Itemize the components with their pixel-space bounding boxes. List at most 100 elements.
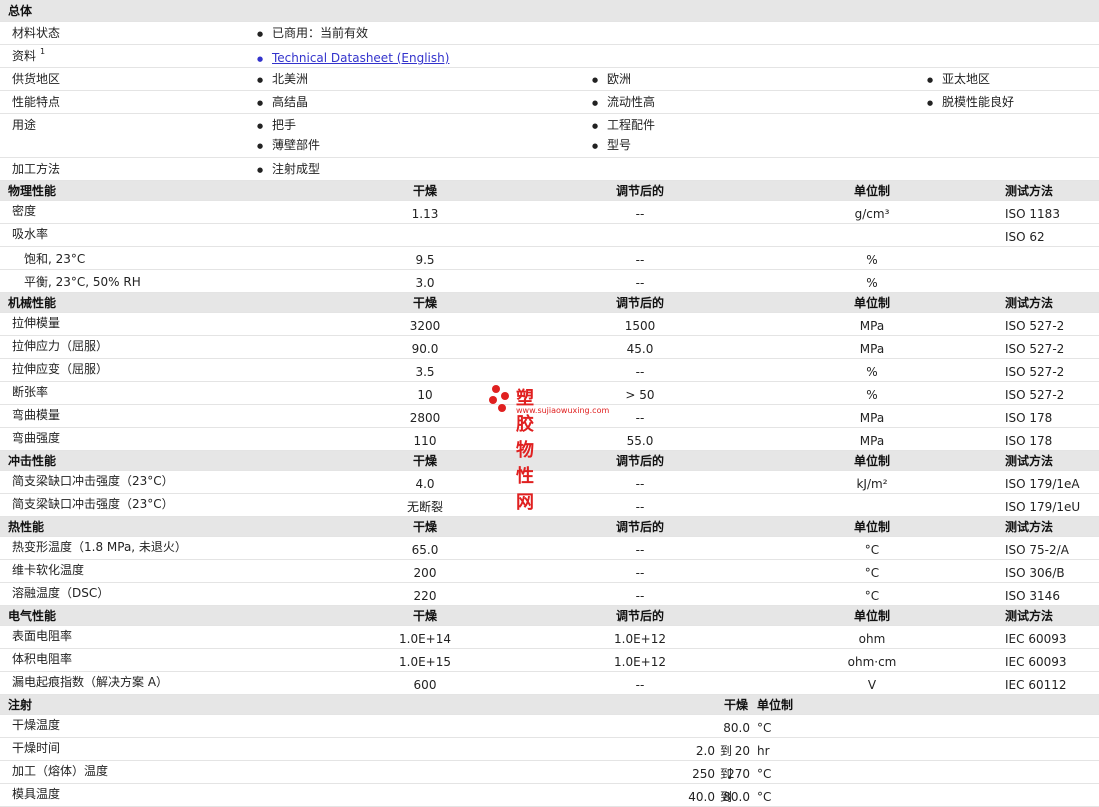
row-label: 弯曲强度 [12,431,61,445]
row-label: 模具温度 [12,787,61,801]
column-header-unit: 单位制 [853,296,891,310]
cell-method: ISO 179/1eA [1005,477,1080,491]
column-header-method: 测试方法 [1005,184,1054,198]
cell-unit: % [866,276,878,290]
table-row: 溶融温度（DSC） 220 -- °C ISO 3146 [0,583,1099,606]
cell-method: IEC 60093 [1005,655,1067,669]
cell-cond: -- [635,365,645,379]
cell-cond: -- [635,543,645,557]
column-header-cond: 调节后的 [615,520,665,534]
table-row: 干燥时间 2.0 到 20 hr [0,738,1099,761]
cell-dry: 90.0 [411,342,439,356]
cell-to-word: 到 [719,744,732,758]
column-header-dry: 干燥 [412,454,438,468]
cell-dry: 1.0E+15 [399,655,451,669]
table-row: 简支梁缺口冲击强度（23°C） 4.0 -- kJ/m² ISO 179/1eA [0,471,1099,494]
list-item: 流动性高 [592,94,655,111]
table-row: 拉伸应力（屈服） 90.0 45.0 MPa ISO 527-2 [0,336,1099,359]
cell-cond: 45.0 [626,342,654,356]
section-header: 物理性能 干燥 调节后的 单位制 测试方法 [0,181,1099,201]
cell-method: ISO 527-2 [1005,342,1065,356]
cell-dry: 1.0E+14 [399,632,451,646]
table-row: 饱和, 23°C 9.5 --% [0,247,1099,270]
row-label: 热变形温度（1.8 MPa, 未退火） [12,540,187,554]
cell-cond: 1500 [624,319,656,333]
cell-unit: MPa [859,342,885,356]
column-header-method: 测试方法 [1005,296,1054,310]
cell-method: ISO 527-2 [1005,319,1065,333]
cell-from: 250 [692,767,715,781]
row-label: 溶融温度（DSC） [12,586,110,600]
cell-cond: -- [635,678,645,692]
cell-unit: °C [757,790,772,804]
cell-unit: hr [757,744,770,758]
row-label: 拉伸应力（屈服） [12,339,109,353]
cell-cond: -- [635,589,645,603]
list-item: 薄壁部件 [257,137,320,154]
row-label: 密度 [12,204,37,218]
cell-unit: kJ/m² [856,477,888,491]
cell-method: ISO 527-2 [1005,365,1065,379]
row-label: 吸水率 [12,227,49,241]
cell-method: ISO 1183 [1005,207,1060,221]
watermark-url: www.sujiaowuxing.com [516,406,610,415]
table-row: 表面电阻率 1.0E+14 1.0E+12 ohm IEC 60093 [0,626,1099,649]
watermark-text: 塑胶物性网 [516,388,534,513]
table-row: 热变形温度（1.8 MPa, 未退火） 65.0 -- °C ISO 75-2/A [0,537,1099,560]
cell-cond: -- [635,207,645,221]
cell-to: 270 [727,767,750,781]
row-label: 漏电起痕指数（解决方案 A） [12,675,169,689]
cell-unit: ohm·cm [847,655,897,669]
cell-dry: 110 [413,434,437,448]
section-header: 冲击性能 干燥 调节后的 单位制 测试方法 [0,451,1099,471]
datasheet-link[interactable]: Technical Datasheet (English) [257,50,449,67]
section-header: 注射 干燥 单位制 [0,695,1099,715]
section-title: 物理性能 [8,184,57,198]
cell-method: ISO 178 [1005,411,1053,425]
cell-cond: 1.0E+12 [614,632,666,646]
section-header: 热性能 干燥 调节后的 单位制 测试方法 [0,517,1099,537]
column-header-unit: 单位制 [853,609,891,623]
cell-dry: 1.13 [411,207,439,221]
cell-unit: °C [864,543,880,557]
column-header-dry: 干燥 [412,184,438,198]
list-item: 把手 [257,117,296,134]
cell-cond: -- [635,566,645,580]
section-header: 电气性能 干燥 调节后的 单位制 测试方法 [0,606,1099,626]
cell-dry: 600 [413,678,437,692]
cell-unit: MPa [859,319,885,333]
cell-method: ISO 179/1eU [1005,500,1081,514]
cell-cond: -- [635,477,645,491]
row-label: 材料状态 [12,26,61,40]
row-label: 加工（熔体）温度 [12,764,109,778]
cell-dry: 3.0 [415,276,435,290]
column-header-method: 测试方法 [1005,454,1054,468]
row-label: 资料 [12,49,37,63]
cell-cond: -- [635,411,645,425]
table-row: 漏电起痕指数（解决方案 A） 600 -- V IEC 60112 [0,672,1099,695]
column-header-dry: 干燥 [412,520,438,534]
table-row: 模具温度 40.0 到 80.0 °C [0,784,1099,807]
cell-unit: °C [757,721,772,735]
table-row: 材料状态 已商用：当前有效 [0,22,1099,45]
row-label: 用途 [12,118,37,132]
cell-cond: > 50 [625,388,655,402]
cell-method: ISO 527-2 [1005,388,1065,402]
row-label: 平衡, 23°C, 50% RH [24,275,141,289]
row-label: 体积电阻率 [12,652,73,666]
cell-unit: % [866,365,878,379]
table-row: 供货地区 北美洲 欧洲 亚太地区 [0,68,1099,91]
section-header: 总体 [0,0,1099,22]
section-header: 机械性能 干燥 调节后的 单位制 测试方法 [0,293,1099,313]
cell-method: ISO 306/B [1005,566,1065,580]
list-item: 高结晶 [257,94,308,111]
column-header-unit: 单位制 [757,698,794,712]
cell-unit: °C [864,566,880,580]
column-header-cond: 调节后的 [615,184,665,198]
column-header-unit: 单位制 [853,454,891,468]
row-label: 干燥温度 [12,718,61,732]
table-row: 断张率 10 > 50% ISO 527-2 [0,382,1099,405]
table-row: 平衡, 23°C, 50% RH 3.0 --% [0,270,1099,293]
cell-from: 40.0 [688,790,715,804]
cell-unit: MPa [859,411,885,425]
